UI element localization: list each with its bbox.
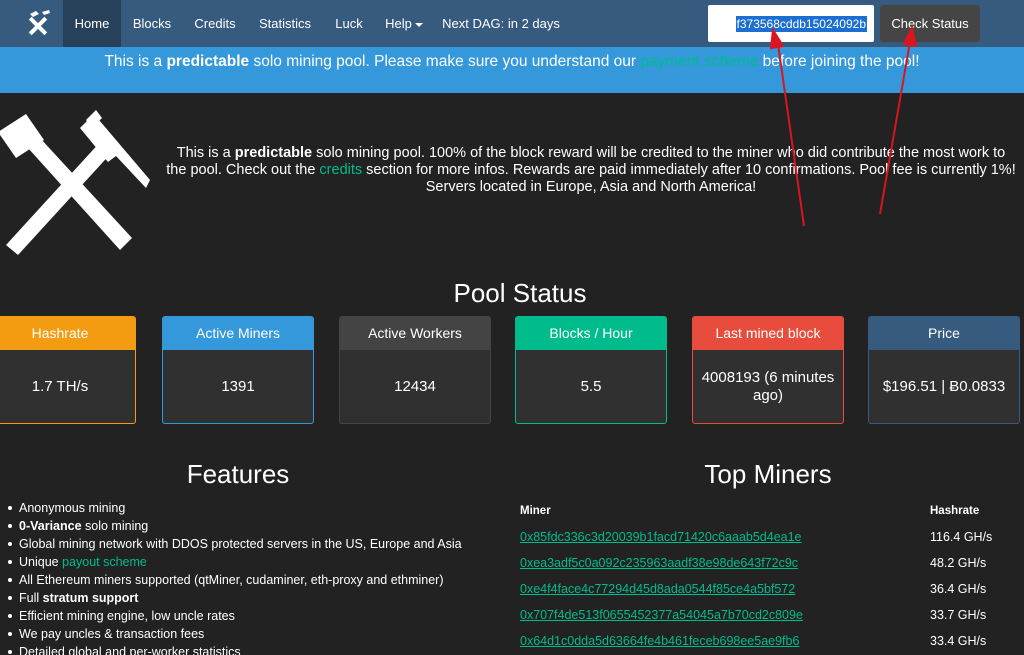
blocks-per-hour-panel: Blocks / Hour 5.5 bbox=[515, 316, 667, 424]
payment-scheme-link[interactable]: payment scheme bbox=[640, 53, 758, 70]
miner-address-link[interactable]: 0xe4f4face4c77294d45d8ada0544f85ce4a5bf5… bbox=[520, 582, 795, 596]
feature-text: Detailed global and per-worker statistic… bbox=[19, 645, 241, 655]
panel-heading: Active Miners bbox=[163, 317, 313, 350]
nav-credits[interactable]: Credits bbox=[183, 0, 247, 47]
miner-address-link[interactable]: 0x64d1c0dda5d63664fe4b461feceb698ee5ae9f… bbox=[520, 634, 799, 648]
feature-text: All Ethereum miners supported (qtMiner, … bbox=[19, 573, 444, 587]
panel-heading: Hashrate bbox=[0, 317, 135, 350]
feature-text: Unique bbox=[19, 555, 63, 569]
feature-item: 0-Variance solo mining bbox=[7, 517, 477, 535]
miner-hashrate: 36.4 GH/s bbox=[930, 582, 987, 596]
banner-text-mid: solo mining pool. Please make sure you u… bbox=[249, 53, 641, 70]
nav-next-dag: Next DAG: in 2 days bbox=[442, 16, 560, 31]
miner-address-link[interactable]: 0x85fdc336c3d20039b1facd71420c6aaab5d4ea… bbox=[520, 530, 802, 544]
feature-text: Anonymous mining bbox=[19, 501, 126, 515]
panel-heading: Last mined block bbox=[693, 317, 843, 350]
miner-hashrate: 33.4 GH/s bbox=[930, 634, 987, 648]
feature-item: Full stratum support bbox=[7, 589, 477, 607]
address-search-input[interactable]: f373568cddb15024092b bbox=[708, 5, 874, 42]
feature-text: We pay uncles & transaction fees bbox=[19, 627, 205, 641]
last-mined-block-panel: Last mined block 4008193 (6 minutes ago) bbox=[692, 316, 844, 424]
miner-hashrate: 48.2 GH/s bbox=[930, 556, 987, 570]
intro-text-pre: This is a bbox=[176, 145, 235, 161]
top-miners-title: Top Miners bbox=[704, 459, 832, 489]
nav-luck[interactable]: Luck bbox=[323, 0, 375, 47]
banner-text-post: before joining the pool! bbox=[758, 53, 920, 70]
feature-text: Global mining network with DDOS protecte… bbox=[19, 537, 462, 551]
feature-link[interactable]: payout scheme bbox=[62, 555, 147, 569]
info-banner: This is a predictable solo mining pool. … bbox=[0, 47, 1024, 93]
table-row: 0x85fdc336c3d20039b1facd71420c6aaab5d4ea… bbox=[520, 530, 1020, 556]
intro-bold: predictable bbox=[234, 145, 313, 161]
pool-status-title: Pool Status bbox=[453, 278, 587, 308]
address-search-value: f373568cddb15024092b bbox=[735, 16, 867, 32]
intro-text-post: section for more infos. Rewards are paid… bbox=[362, 162, 1016, 195]
feature-item: All Ethereum miners supported (qtMiner, … bbox=[7, 571, 477, 589]
panel-value: 5.5 bbox=[580, 378, 602, 395]
caret-down-icon bbox=[414, 22, 423, 27]
feature-item: We pay uncles & transaction fees bbox=[7, 625, 477, 643]
feature-text: Full bbox=[19, 591, 43, 605]
panel-value: 1391 bbox=[221, 378, 255, 395]
feature-item: Global mining network with DDOS protecte… bbox=[7, 535, 477, 553]
table-row: 0x64d1c0dda5d63664fe4b461feceb698ee5ae9f… bbox=[520, 634, 1020, 655]
feature-item: Anonymous mining bbox=[7, 499, 477, 517]
feature-item: Efficient mining engine, low uncle rates bbox=[7, 607, 477, 625]
banner-bold: predictable bbox=[166, 53, 250, 70]
miner-hashrate: 116.4 GH/s bbox=[930, 530, 993, 544]
navbar: Home Blocks Credits Statistics Luck Help… bbox=[0, 0, 1024, 47]
price-panel: Price $196.51 | Ƀ0.0833 bbox=[868, 316, 1020, 424]
panel-heading: Blocks / Hour bbox=[516, 317, 666, 350]
nav-help-dropdown[interactable]: Help bbox=[376, 0, 432, 47]
miner-address-link[interactable]: 0x707f4de513f0655452377a54045a7b70cd2c80… bbox=[520, 608, 803, 622]
panel-value: $196.51 | Ƀ0.0833 bbox=[882, 378, 1006, 395]
features-list: Anonymous mining 0-Variance solo mining Gl… bbox=[7, 499, 477, 655]
table-row: 0xea3adf5c0a092c235963aadf38e98de643f72c… bbox=[520, 556, 1020, 582]
table-row: 0x707f4de513f0655452377a54045a7b70cd2c80… bbox=[520, 608, 1020, 634]
panel-value: 12434 bbox=[394, 378, 436, 395]
active-miners-panel: Active Miners 1391 bbox=[162, 316, 314, 424]
hashrate-column-header: Hashrate bbox=[930, 505, 980, 517]
nav-home[interactable]: Home bbox=[63, 0, 121, 47]
panel-heading: Price bbox=[869, 317, 1019, 350]
feature-text: Efficient mining engine, low uncle rates bbox=[19, 609, 235, 623]
hashrate-panel: Hashrate 1.7 TH/s bbox=[0, 316, 136, 424]
nav-statistics[interactable]: Statistics bbox=[248, 0, 322, 47]
nav-blocks[interactable]: Blocks bbox=[122, 0, 182, 47]
table-row: 0xe4f4face4c77294d45d8ada0544f85ce4a5bf5… bbox=[520, 582, 1020, 608]
miner-hashrate: 33.7 GH/s bbox=[930, 608, 987, 622]
feature-bold: stratum support bbox=[42, 591, 139, 605]
pickaxe-logo-icon[interactable] bbox=[16, 8, 60, 40]
intro-paragraph: This is a predictable solo mining pool. … bbox=[165, 145, 1017, 196]
nav-help-label: Help bbox=[385, 16, 412, 31]
credits-link[interactable]: credits bbox=[319, 162, 362, 178]
feature-text-post: solo mining bbox=[81, 519, 149, 533]
miner-column-header: Miner bbox=[520, 505, 551, 517]
feature-bold: 0-Variance bbox=[19, 519, 82, 533]
panel-heading: Active Workers bbox=[340, 317, 490, 350]
check-status-button[interactable]: Check Status bbox=[880, 5, 980, 42]
feature-item: Detailed global and per-worker statistic… bbox=[7, 643, 477, 655]
feature-item: Unique payout scheme bbox=[7, 553, 477, 571]
panel-value: 4008193 (6 minutes ago) bbox=[701, 369, 835, 404]
miner-address-link[interactable]: 0xea3adf5c0a092c235963aadf38e98de643f72c… bbox=[520, 556, 798, 570]
features-title: Features bbox=[186, 459, 290, 489]
active-workers-panel: Active Workers 12434 bbox=[339, 316, 491, 424]
panel-value: 1.7 TH/s bbox=[31, 378, 89, 395]
banner-text-pre: This is a bbox=[104, 53, 167, 70]
pickaxe-hammer-logo-icon bbox=[0, 110, 150, 255]
